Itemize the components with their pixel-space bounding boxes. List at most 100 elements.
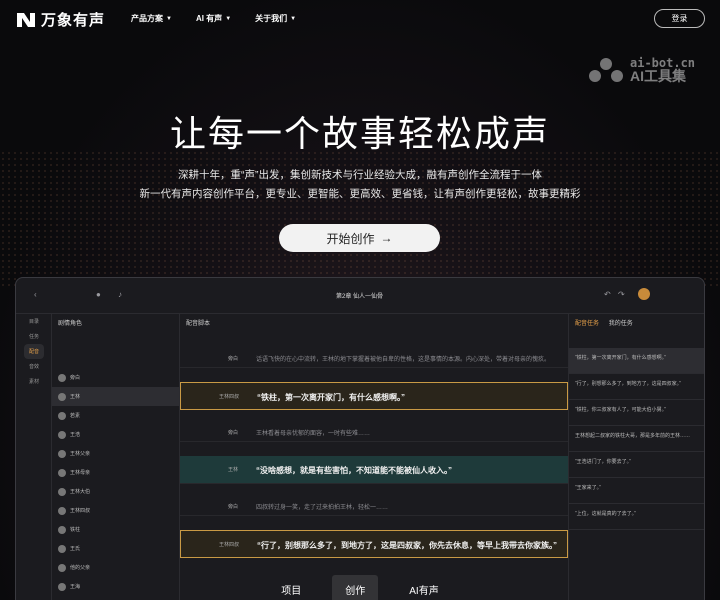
task-item[interactable]: “铁柱，你三叔家有人了，可能大伯小舅。”: [569, 400, 704, 426]
script-line[interactable]: 王林四叔 “行了，别想那么多了，到地方了，这是四叔家，你先去休息，等早上我带去你家…: [180, 530, 568, 558]
task-text: “行了，别想那么多了，到地方了，这是四叔家。”: [575, 381, 681, 387]
rail-item-sfx[interactable]: 音效: [16, 359, 52, 374]
logo-icon: [17, 12, 35, 27]
avatar[interactable]: [638, 288, 650, 300]
script-line[interactable]: 旁白 话语飞快的在心中流转，王林的地下掌握着被他自卑的性格，这是事情的本源。内心深…: [180, 350, 568, 368]
avatar: [58, 487, 66, 496]
role-item[interactable]: 铁柱: [52, 520, 179, 539]
role-name: 王林: [70, 394, 81, 400]
rail-item-assets[interactable]: 素材: [16, 374, 52, 389]
role-item[interactable]: 王林四叔: [52, 501, 179, 520]
role-name: 旁白: [70, 375, 81, 381]
top-nav: 万象有声 产品方案 ▼ AI 有声 ▼ 关于我们 ▼ 登录: [0, 0, 720, 38]
task-item[interactable]: “铁柱，第一次离开家门，有什么感想啊。”: [569, 348, 704, 374]
brand-logo[interactable]: 万象有声: [16, 9, 105, 30]
line-speaker: 旁白: [227, 356, 238, 362]
avatar: [58, 430, 66, 439]
hero-title: 让每一个故事轻松成声: [169, 114, 550, 155]
script-line[interactable]: 旁白 王林看着母亲忧郁的面容，一时有些难……: [180, 424, 568, 442]
task-item[interactable]: “上位，这就是真的了去了。”: [569, 504, 704, 530]
role-name: 铁柱: [70, 527, 81, 533]
arrow-right-icon: →: [380, 231, 393, 245]
watermark-text: ai-bot.cn AI工具集: [630, 57, 695, 83]
role-name: 王林大伯: [70, 489, 91, 495]
bottom-tabs: 项目 创作 AI有声: [0, 575, 720, 600]
app-preview-window: ‹ ● ♪ 第2章 仙人一仙骨 ↶ ↷ 目录 任务 配音 音效 素材 剧情角色 …: [15, 277, 705, 600]
task-item[interactable]: 王林想起二叔家的铁柱大哥，那是多年前的王林……: [569, 426, 704, 452]
caret-down-icon: ▼: [225, 15, 232, 22]
line-text: “行了，别想那么多了，到地方了，这是四叔家，你先去休息，等早上我带去你家族。”: [257, 541, 557, 550]
menu-product-solutions[interactable]: 产品方案 ▼: [131, 13, 172, 24]
avatar: [58, 411, 66, 420]
avatar: [58, 449, 66, 458]
role-name: 王浩: [70, 432, 81, 438]
script-title: 配音脚本: [186, 321, 211, 327]
menu-label: 产品方案: [131, 14, 163, 23]
avatar: [58, 544, 66, 553]
tab-create[interactable]: 创作: [332, 575, 379, 600]
role-item[interactable]: 王林大伯: [52, 482, 179, 501]
line-speaker: 旁白: [227, 504, 238, 510]
caret-down-icon: ▼: [166, 15, 172, 22]
tab-ai-audio[interactable]: AI有声: [396, 575, 451, 600]
role-item[interactable]: 王氏: [52, 539, 179, 558]
redo-icon[interactable]: ↷: [618, 290, 625, 299]
rail-item-catalog[interactable]: 目录: [16, 314, 52, 329]
task-text: “铁柱，第一次离开家门，有什么感想啊。”: [575, 355, 666, 361]
task-text: “铁柱，你三叔家有人了，可能大伯小舅。”: [575, 407, 666, 413]
role-item[interactable]: 王林父亲: [52, 444, 179, 463]
hero-subtitle: 深耕十年，重“声”出发，集创新技术与行业经验大成，融有声创作全流程于一体 新一代…: [0, 166, 720, 204]
tasks-header: 配音任务 我的任务: [569, 314, 704, 328]
play-icon[interactable]: ●: [96, 290, 101, 299]
role-name: 王氏: [70, 546, 81, 552]
avatar: [58, 506, 66, 515]
line-speaker: 王林四叔: [218, 394, 239, 400]
role-item[interactable]: 王林母亲: [52, 463, 179, 482]
line-text: 王林看着母亲忧郁的面容，一时有些难……: [256, 431, 371, 437]
rail-item-tasks[interactable]: 任务: [16, 329, 52, 344]
script-line[interactable]: 王林 “没啥感想，就是有些害怕，不知道能不能被仙人收入。”: [180, 456, 568, 484]
watermark-name: AI工具集: [630, 68, 686, 84]
watermark: ai-bot.cn AI工具集: [588, 57, 695, 83]
role-name: 若素: [70, 413, 81, 419]
back-icon[interactable]: ‹: [34, 290, 37, 299]
login-button[interactable]: 登录: [654, 9, 705, 28]
tab-project[interactable]: 项目: [268, 575, 314, 600]
avatar: [58, 392, 66, 401]
task-text: “王家来了。”: [575, 485, 601, 491]
start-creating-button[interactable]: 开始创作 →: [279, 224, 440, 252]
task-item[interactable]: “王家来了。”: [569, 478, 704, 504]
line-text: 四叔转过身一笑，走了过来拍拍王林，轻松一……: [256, 505, 389, 511]
line-speaker: 王林四叔: [218, 542, 239, 548]
undo-icon[interactable]: ↶: [604, 290, 611, 299]
robot-logo-icon: [589, 58, 623, 82]
role-name: 王林父亲: [70, 451, 91, 457]
script-line[interactable]: 王林四叔 “铁柱，第一次离开家门，有什么感想啊。”: [180, 382, 568, 410]
rail-item-dubbing[interactable]: 配音: [24, 344, 44, 359]
chapter-selector[interactable]: 第2章 仙人一仙骨: [336, 291, 383, 300]
mic-icon[interactable]: ♪: [118, 290, 122, 299]
tasks-list: “铁柱，第一次离开家门，有什么感想啊。” “行了，别想那么多了，到地方了，这是四叔…: [569, 348, 704, 530]
role-item[interactable]: 王浩: [52, 425, 179, 444]
brand-name: 万象有声: [41, 12, 106, 29]
task-text: 王林想起二叔家的铁柱大哥，那是多年前的王林……: [575, 433, 691, 439]
cta-label: 开始创作: [326, 231, 375, 246]
task-item[interactable]: “行了，别想那么多了，到地方了，这是四叔家。”: [569, 374, 704, 400]
roles-panel: 剧情角色 旁白 王林 若素 王浩 王林父亲 王林母亲 王林大伯 王林四叔 铁柱 王氏 他的父亲 王海: [52, 314, 180, 600]
main-menu: 产品方案 ▼ AI 有声 ▼ 关于我们 ▼: [131, 13, 296, 24]
roles-filters: [52, 328, 179, 368]
role-item[interactable]: 王林: [52, 387, 179, 406]
menu-ai-audio[interactable]: AI 有声 ▼: [196, 13, 231, 24]
task-item[interactable]: “王浩进门了，你要去了。”: [569, 452, 704, 478]
role-item[interactable]: 旁白: [52, 368, 179, 387]
tab-my-tasks[interactable]: 我的任务: [609, 321, 633, 327]
roles-title: 剧情角色: [58, 321, 83, 327]
hero-subtitle-line-1: 深耕十年，重“声”出发，集创新技术与行业经验大成，融有声创作全流程于一体: [178, 169, 542, 181]
line-text: “铁柱，第一次离开家门，有什么感想啊。”: [257, 393, 405, 402]
tab-dubbing-tasks[interactable]: 配音任务: [575, 321, 599, 327]
menu-about-us[interactable]: 关于我们 ▼: [255, 13, 296, 24]
left-rail: 目录 任务 配音 音效 素材: [16, 314, 52, 600]
script-line[interactable]: 旁白 四叔转过身一笑，走了过来拍拍王林，轻松一……: [180, 498, 568, 516]
role-item[interactable]: 若素: [52, 406, 179, 425]
line-text: 话语飞快的在心中流转，王林的地下掌握着被他自卑的性格，这是事情的本源。内心深处，…: [256, 357, 551, 363]
